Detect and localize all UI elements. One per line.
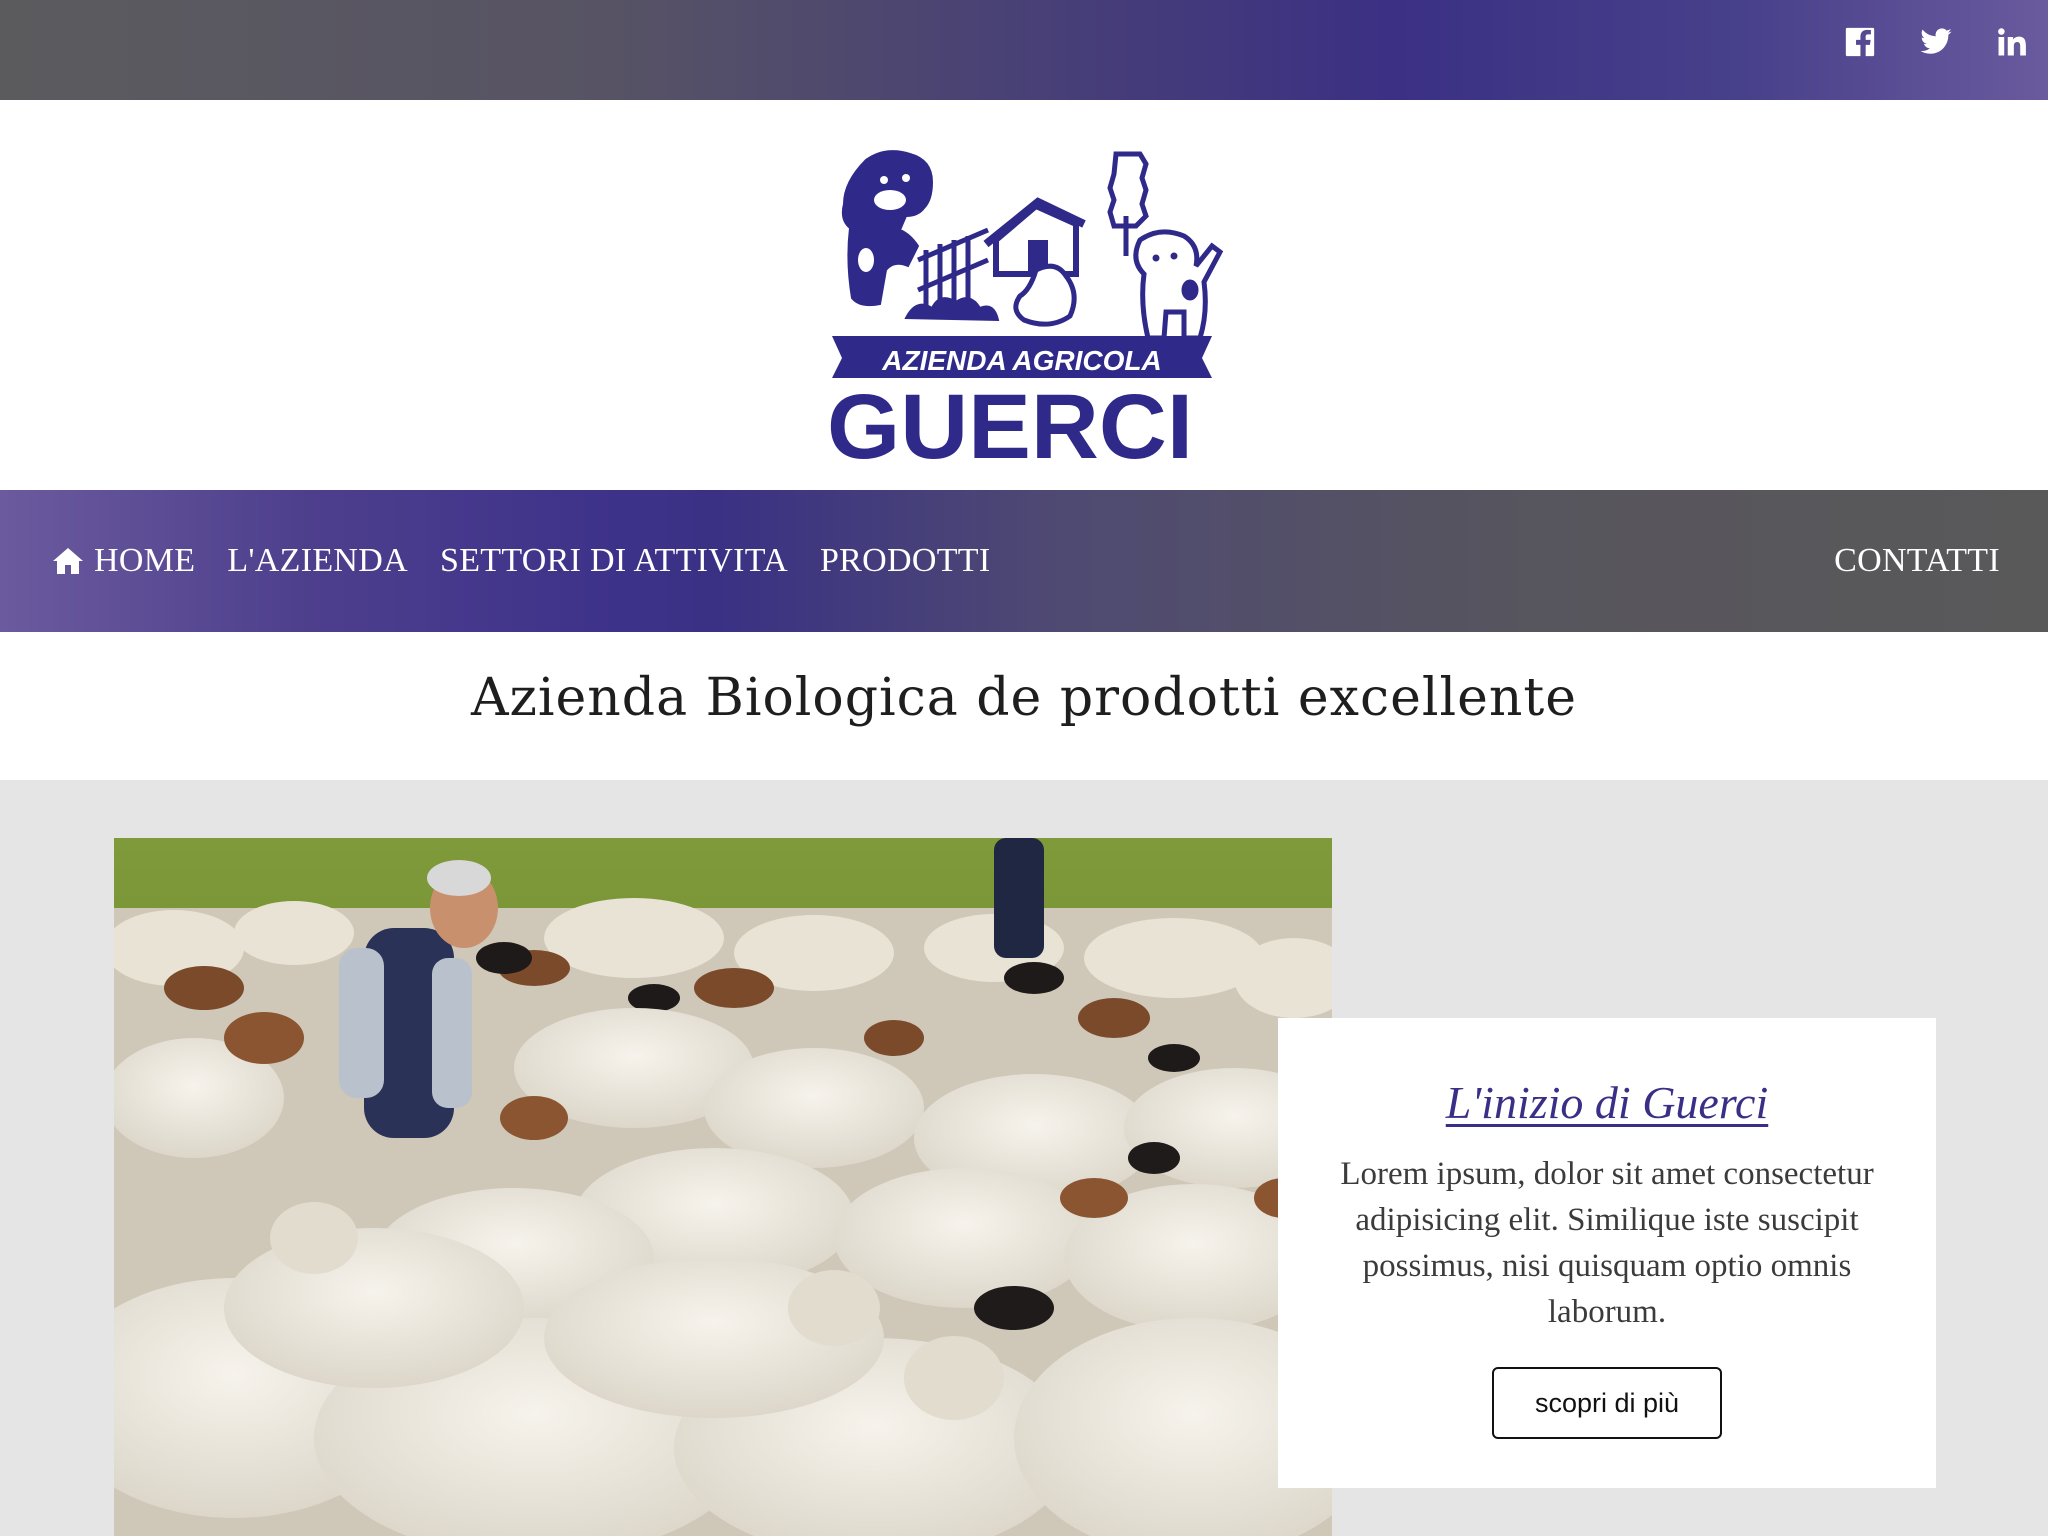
- home-icon: [52, 546, 84, 576]
- nav-prodotti[interactable]: PRODOTTI: [820, 542, 991, 580]
- intro-card: L'inizio di Guerci Lorem ipsum, dolor si…: [1278, 1018, 1936, 1488]
- nav-contatti[interactable]: CONTATTI: [1834, 542, 2000, 580]
- tagline: Azienda Biologica de prodotti excellente: [470, 668, 1578, 728]
- logo-graphic: AZIENDA AGRICOLA GUERCI: [827, 150, 1224, 478]
- twitter-icon[interactable]: [1918, 24, 1954, 60]
- content-section: L'inizio di Guerci Lorem ipsum, dolor si…: [0, 780, 2048, 1536]
- nav-left: HOME L'AZIENDA SETTORI DI ATTIVITA PRODO…: [52, 490, 990, 632]
- svg-text:AZIENDA AGRICOLA: AZIENDA AGRICOLA: [881, 345, 1161, 376]
- svg-text:GUERCI: GUERCI: [827, 376, 1193, 470]
- facebook-icon[interactable]: [1842, 24, 1878, 60]
- social-links: [1842, 24, 2030, 60]
- sheep-flock-photo: [114, 838, 1332, 1536]
- nav-home[interactable]: HOME: [52, 542, 195, 580]
- main-nav: HOME L'AZIENDA SETTORI DI ATTIVITA PRODO…: [0, 490, 2048, 632]
- linkedin-icon[interactable]: [1994, 24, 2030, 60]
- top-social-bar: [0, 0, 2048, 100]
- logo[interactable]: AZIENDA AGRICOLA GUERCI: [826, 140, 1226, 478]
- card-text: Lorem ipsum, dolor sit amet consectetur …: [1340, 1156, 1874, 1330]
- nav-right: CONTATTI: [1834, 490, 2000, 632]
- nav-home-label: HOME: [94, 542, 196, 579]
- card-title-link[interactable]: L'inizio di Guerci: [1446, 1076, 1768, 1129]
- nav-azienda[interactable]: L'AZIENDA: [227, 542, 408, 580]
- nav-settori[interactable]: SETTORI DI ATTIVITA: [440, 542, 788, 580]
- tagline-band: Azienda Biologica de prodotti excellente: [0, 632, 2048, 780]
- discover-more-button[interactable]: scopri di più: [1492, 1367, 1722, 1439]
